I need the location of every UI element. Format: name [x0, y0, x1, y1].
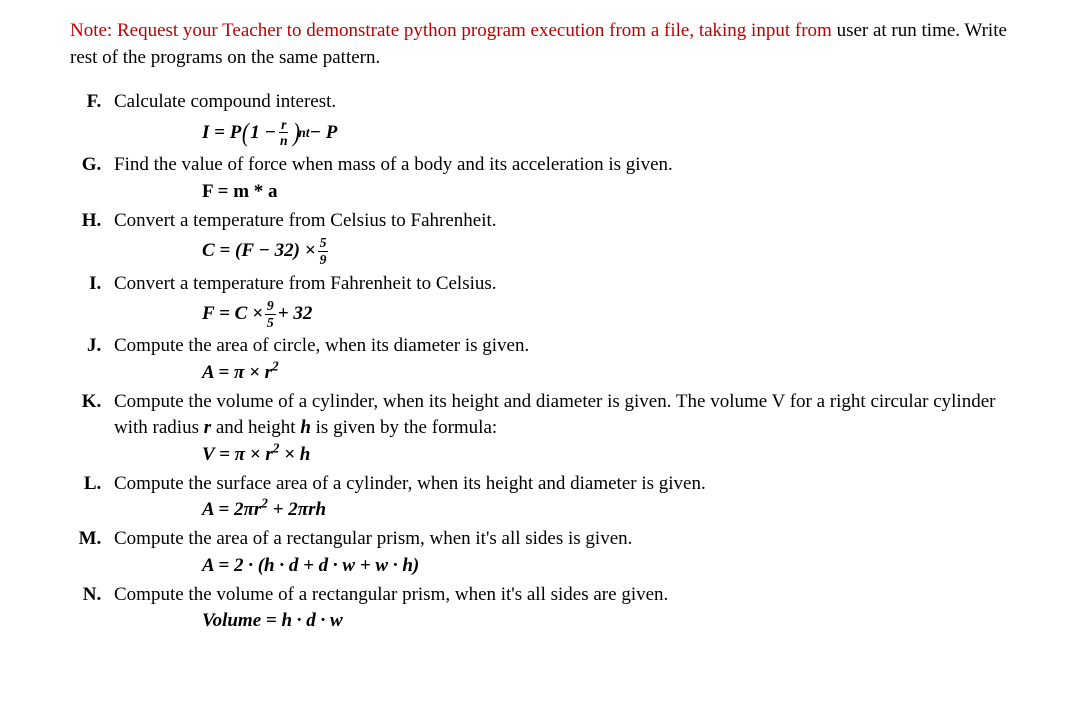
exercise-k-formula: V = π × r2 × h: [202, 442, 1010, 469]
exercise-m-text: Compute the area of a rectangular prism,…: [114, 528, 632, 549]
exercise-l-formula: A = 2πr2 + 2πrh: [202, 497, 1010, 524]
exercise-l: Compute the surface area of a cylinder, …: [106, 471, 1010, 524]
exercise-i-text: Convert a temperature from Fahrenheit to…: [114, 273, 497, 294]
exercise-f: Calculate compound interest. I = P ( 1 −…: [106, 89, 1010, 150]
exercise-i: Convert a temperature from Fahrenheit to…: [106, 271, 1010, 332]
exercise-f-formula: I = P ( 1 − r n ) nt − P: [202, 116, 1010, 150]
exercise-n: Compute the volume of a rectangular pris…: [106, 582, 1010, 635]
exercise-n-text: Compute the volume of a rectangular pris…: [114, 584, 668, 605]
exercise-h-text: Convert a temperature from Celsius to Fa…: [114, 210, 497, 231]
exercise-list: Calculate compound interest. I = P ( 1 −…: [70, 89, 1010, 635]
exercise-j-formula: A = π × r2: [202, 360, 1010, 387]
exercise-j-text: Compute the area of circle, when its dia…: [114, 335, 529, 356]
exercise-f-text: Calculate compound interest.: [114, 91, 336, 112]
note-red: Note: Request your Teacher to demonstrat…: [70, 20, 837, 41]
exercise-g-text: Find the value of force when mass of a b…: [114, 154, 673, 175]
exercise-k: Compute the volume of a cylinder, when i…: [106, 389, 1010, 469]
exercise-m: Compute the area of a rectangular prism,…: [106, 526, 1010, 579]
exercise-l-text: Compute the surface area of a cylinder, …: [114, 473, 706, 494]
exercise-n-formula: Volume = h · d · w: [202, 608, 1010, 635]
exercise-k-text: Compute the volume of a cylinder, when i…: [114, 391, 995, 439]
exercise-m-formula: A = 2 · (h · d + d · w + w · h): [202, 553, 1010, 580]
exercise-h-formula: C = (F − 32) × 5 9: [202, 234, 1010, 268]
exercise-g: Find the value of force when mass of a b…: [106, 152, 1010, 205]
exercise-g-formula: F = m * a: [202, 179, 1010, 206]
exercise-h: Convert a temperature from Celsius to Fa…: [106, 208, 1010, 269]
note-block: Note: Request your Teacher to demonstrat…: [70, 18, 1010, 71]
exercise-j: Compute the area of circle, when its dia…: [106, 333, 1010, 386]
exercise-i-formula: F = C × 9 5 + 32: [202, 297, 1010, 331]
